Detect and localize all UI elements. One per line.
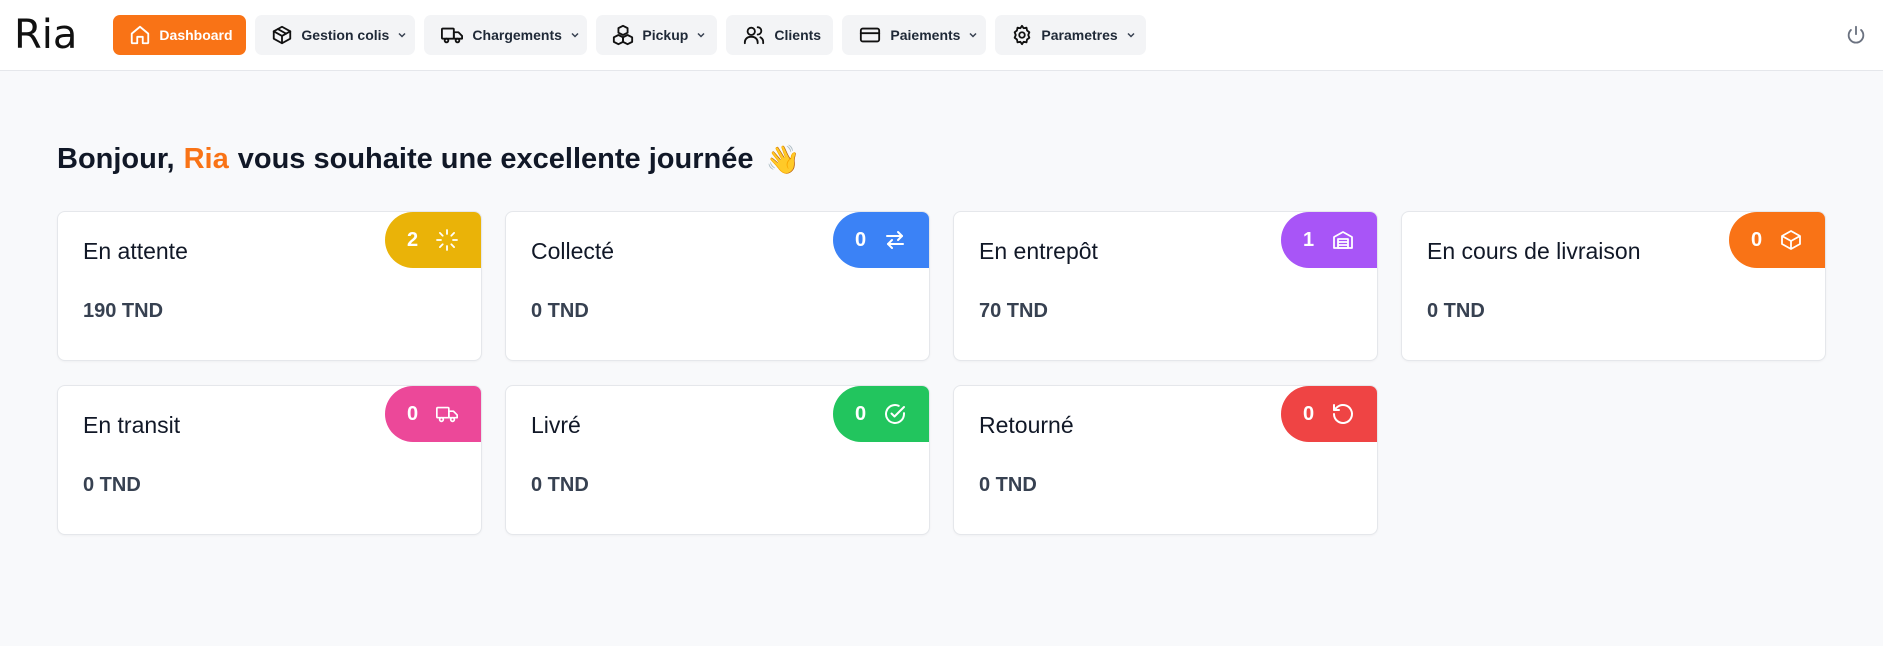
status-card-en-cours-de-livraison[interactable]: En cours de livraison 0 TND 0 <box>1401 211 1826 361</box>
card-count: 0 <box>855 228 867 251</box>
app-logo[interactable]: Ria <box>14 15 77 55</box>
greeting-rest: vous souhaite une excellente journée <box>237 142 754 175</box>
chevron-down-icon <box>571 32 579 38</box>
card-badge: 2 <box>385 212 481 268</box>
card-count: 2 <box>407 228 419 251</box>
warehouse-icon <box>1333 231 1353 249</box>
gear-icon <box>1014 24 1031 46</box>
chevron-down-icon <box>969 32 977 38</box>
status-card-en-entrepot[interactable]: En entrepôt 70 TND 1 <box>953 211 1378 361</box>
waving-hand-icon: 👋 <box>765 143 801 175</box>
card-amount: 0 TND <box>1427 300 1485 322</box>
card-count: 1 <box>1303 228 1315 251</box>
card-amount: 0 TND <box>531 474 589 496</box>
nav-gestion-colis-label: Gestion colis <box>301 27 390 43</box>
card-badge: 0 <box>385 386 481 442</box>
nav-pickup-label: Pickup <box>642 27 689 43</box>
nav-chargements[interactable]: Chargements <box>424 15 588 55</box>
status-card-en-attente[interactable]: En attente 190 TND 2 <box>57 211 482 361</box>
card-title: Collecté <box>531 238 615 264</box>
nav-parametres[interactable]: Parametres <box>995 15 1147 55</box>
status-cards-grid: En attente 190 TND 2 Collecté 0 TND 0 En… <box>57 211 1883 535</box>
nav-dashboard[interactable]: Dashboard <box>113 15 247 55</box>
status-card-collecte[interactable]: Collecté 0 TND 0 <box>505 211 930 361</box>
main-nav: Dashboard Gestion colis Chargements Pick… <box>113 15 1147 55</box>
package-icon <box>273 25 292 45</box>
status-card-retourne[interactable]: Retourné 0 TND 0 <box>953 385 1378 535</box>
card-title: En cours de livraison <box>1427 238 1641 264</box>
card-amount: 0 TND <box>979 474 1037 496</box>
card-count: 0 <box>407 402 419 425</box>
check-circle-icon <box>885 404 905 424</box>
card-title: En entrepôt <box>979 238 1098 264</box>
package-icon <box>1781 230 1801 250</box>
card-count: 0 <box>1303 402 1315 425</box>
nav-paiements[interactable]: Paiements <box>842 15 987 55</box>
greeting-brand: Ria <box>183 142 229 175</box>
status-card-en-transit[interactable]: En transit 0 TND 0 <box>57 385 482 535</box>
card-title: En transit <box>83 412 181 438</box>
card-badge: 0 <box>833 386 929 442</box>
credit-card-icon <box>860 27 881 43</box>
truck-icon <box>441 27 464 44</box>
rotate-ccw-icon <box>1333 404 1353 424</box>
top-navbar: Ria Dashboard Gestion colis Chargements … <box>0 0 1883 71</box>
nav-paiements-label: Paiements <box>890 27 961 43</box>
nav-parametres-label: Parametres <box>1041 27 1118 43</box>
nav-gestion-colis[interactable]: Gestion colis <box>255 15 416 55</box>
card-amount: 0 TND <box>83 474 141 496</box>
card-count: 0 <box>855 402 867 425</box>
chevron-down-icon <box>398 32 406 38</box>
card-badge: 0 <box>1729 212 1825 268</box>
card-badge: 0 <box>1281 386 1377 442</box>
card-count: 0 <box>1751 228 1763 251</box>
nav-clients[interactable]: Clients <box>726 15 834 55</box>
dashboard-main: Bonjour, Ria vous souhaite une excellent… <box>0 71 1883 535</box>
users-icon <box>744 26 765 45</box>
chevron-down-icon <box>697 32 705 38</box>
greeting-heading: Bonjour, Ria vous souhaite une excellent… <box>57 139 1883 179</box>
card-amount: 0 TND <box>531 300 589 322</box>
nav-clients-label: Clients <box>774 27 822 43</box>
boxes-icon <box>613 24 634 46</box>
arrows-swap-icon <box>886 231 904 249</box>
card-title: En attente <box>83 238 188 264</box>
nav-dashboard-label: Dashboard <box>159 27 233 43</box>
card-amount: 190 TND <box>83 300 164 322</box>
status-card-livre[interactable]: Livré 0 TND 0 <box>505 385 930 535</box>
loader-icon <box>436 229 458 251</box>
greeting-prefix: Bonjour, <box>57 142 175 175</box>
card-amount: 70 TND <box>979 300 1048 322</box>
card-title: Livré <box>531 412 581 438</box>
chevron-down-icon <box>1127 32 1135 38</box>
card-title: Retourné <box>979 412 1074 438</box>
nav-pickup[interactable]: Pickup <box>596 15 718 55</box>
card-badge: 1 <box>1281 212 1377 268</box>
nav-chargements-label: Chargements <box>472 27 562 43</box>
home-icon <box>131 25 150 45</box>
power-icon[interactable] <box>1845 24 1867 46</box>
truck-icon <box>436 406 458 423</box>
card-badge: 0 <box>833 212 929 268</box>
